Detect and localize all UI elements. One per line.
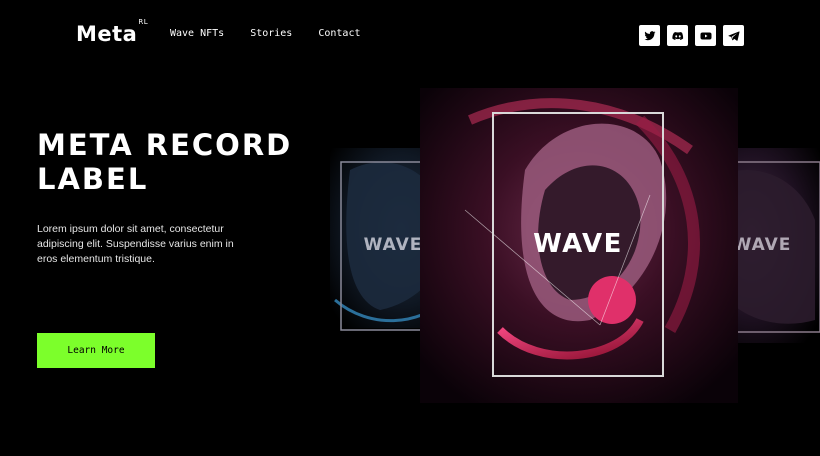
nft-card-right-label: WAVE: [733, 235, 792, 255]
nft-artwork-showcase: WAVE WAVE WAVE: [0, 0, 820, 456]
nft-card-center-label: WAVE: [533, 229, 623, 259]
nft-card-center[interactable]: WAVE: [420, 88, 738, 403]
nft-card-left-label: WAVE: [364, 235, 423, 255]
